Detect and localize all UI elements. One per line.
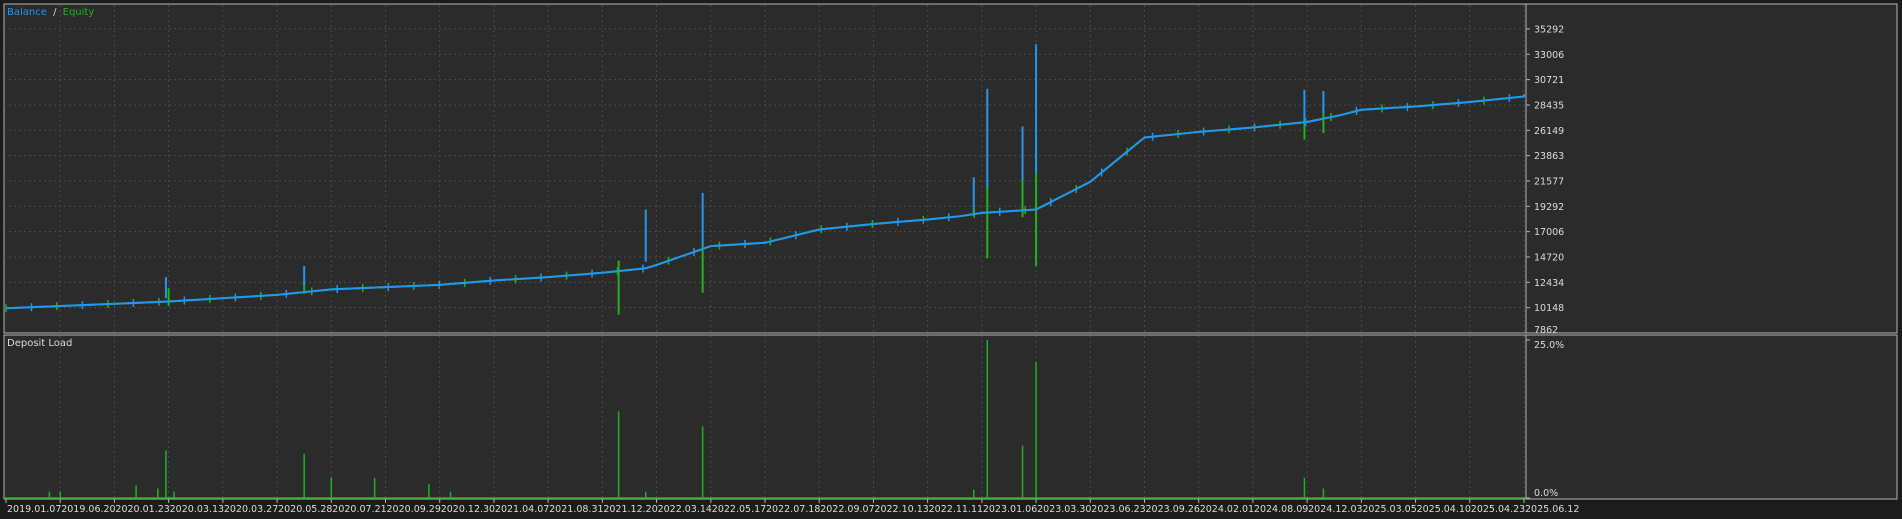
x-tick-label: 2022.09.07 xyxy=(820,504,874,515)
x-tick-label: 2020.01.23 xyxy=(115,504,169,515)
x-tick-label: 2020.03.13 xyxy=(170,504,224,515)
y-tick-label: 12434 xyxy=(1534,278,1564,289)
y-tick-label: 14720 xyxy=(1534,252,1564,263)
x-tick-label: 2020.09.29 xyxy=(387,504,441,515)
x-tick-label: 2023.06.23 xyxy=(1091,504,1145,515)
x-tick-label: 2020.12.30 xyxy=(441,504,495,515)
x-tick-label: 2019.01.07 xyxy=(7,504,61,515)
main-pane-frame xyxy=(3,3,1898,334)
x-tick-label: 2025.04.10 xyxy=(1417,504,1471,515)
x-tick-label: 2024.12.03 xyxy=(1308,504,1362,515)
x-tick-label: 2022.07.18 xyxy=(766,504,820,515)
y-tick-label: 28435 xyxy=(1534,100,1564,111)
y-tick-label: 33006 xyxy=(1534,50,1564,61)
x-tick-label: 2021.04.07 xyxy=(495,504,549,515)
x-tick-label: 2022.05.17 xyxy=(712,504,766,515)
x-tick-label: 2024.08.09 xyxy=(1254,504,1308,515)
deposit-pane-frame xyxy=(3,334,1898,500)
x-tick-label: 2022.03.14 xyxy=(658,504,712,515)
x-tick-label: 2020.05.28 xyxy=(278,504,332,515)
x-tick-label: 2023.03.30 xyxy=(1037,504,1091,515)
legend-separator: / xyxy=(53,7,57,18)
x-tick-label: 2025.04.23 xyxy=(1471,504,1525,515)
x-tick-label: 2023.09.26 xyxy=(1146,504,1200,515)
legend-balance: Balance xyxy=(7,7,47,18)
y-tick-label: 19292 xyxy=(1534,202,1564,213)
x-tick-label: 2025.03.05 xyxy=(1362,504,1416,515)
x-tick-label: 2021.08.31 xyxy=(549,504,603,515)
chart-root: 7862 10148 12434 14720 17006 19292 21577 23863 2… xyxy=(0,0,1902,519)
x-tick-label: 2022.11.11 xyxy=(929,504,983,515)
x-tick-label: 2025.06.12 xyxy=(1525,504,1579,515)
y-tick-label: 7862 xyxy=(1534,325,1558,336)
x-tick-label: 2024.02.01 xyxy=(1200,504,1254,515)
legend-equity: Equity xyxy=(63,7,95,18)
y-tick-label: 30721 xyxy=(1534,75,1564,86)
deposit-load-title: Deposit Load xyxy=(7,338,72,349)
y-tick-label: 17006 xyxy=(1534,227,1564,238)
x-tick-label: 2022.10.13 xyxy=(874,504,928,515)
y-tick-label: 10148 xyxy=(1534,303,1564,314)
y-tick-label: 23863 xyxy=(1534,151,1564,162)
x-tick-label: 2020.03.27 xyxy=(224,504,278,515)
x-tick-label: 2019.06.20 xyxy=(61,504,115,515)
x-tick-label: 2023.01.06 xyxy=(983,504,1037,515)
y-tick-label: 26149 xyxy=(1534,126,1564,137)
deposit-y-tick-label: 25.0% xyxy=(1534,340,1564,351)
deposit-y-tick-label: 0.0% xyxy=(1534,488,1558,499)
x-tick-label: 2020.07.21 xyxy=(332,504,386,515)
y-tick-label: 35292 xyxy=(1534,24,1564,35)
y-tick-label: 21577 xyxy=(1534,176,1564,187)
x-tick-label: 2021.12.20 xyxy=(603,504,657,515)
